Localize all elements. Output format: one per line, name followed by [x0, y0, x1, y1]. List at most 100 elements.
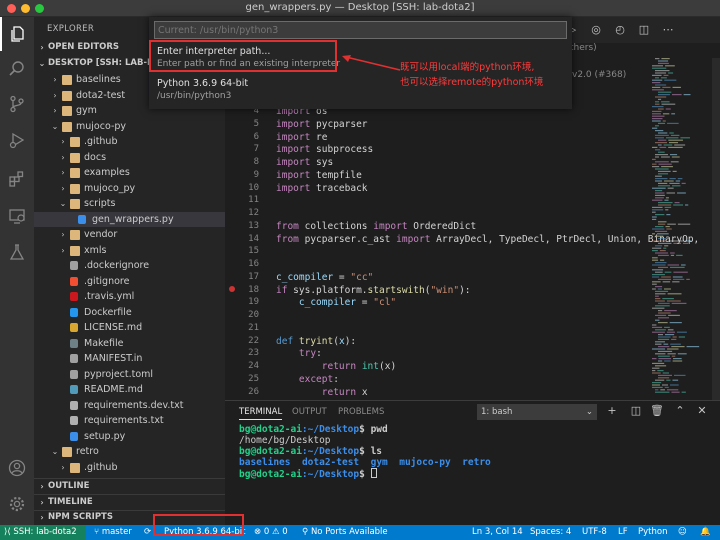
trash-icon[interactable]: 🗑 — [650, 404, 664, 418]
terminal-panel: TERMINAL OUTPUT PROBLEMS 1: bash ⌄ + ◫ 🗑… — [225, 400, 720, 511]
code-line: import tempfile — [276, 169, 362, 181]
tree-item[interactable]: LICENSE.md — [34, 320, 225, 336]
folder-icon — [70, 183, 80, 194]
tree-item[interactable]: .gitignore — [34, 274, 225, 290]
explorer-activity[interactable] — [0, 17, 34, 51]
chevron-down-icon: ⌄ — [51, 447, 59, 456]
tree-item[interactable]: › mujoco_py — [34, 181, 225, 197]
accounts-activity[interactable] — [0, 451, 34, 485]
tree-item[interactable]: pyproject.toml — [34, 367, 225, 383]
testing-activity[interactable] — [0, 235, 34, 269]
window-title: gen_wrappers.py — Desktop [SSH: lab-dota… — [245, 2, 475, 13]
minimap[interactable] — [650, 58, 710, 400]
split-editor-icon[interactable]: ◫ — [637, 23, 651, 37]
git-icon[interactable]: ◎ — [589, 23, 603, 37]
tree-item[interactable]: ⌄ scripts — [34, 196, 225, 212]
ports-status[interactable]: ⚲ No Ports Available — [302, 525, 388, 540]
problems-status[interactable]: ⊗ 0 ⚠ 0 — [254, 525, 288, 540]
extensions-activity[interactable] — [0, 162, 34, 196]
split-terminal-icon[interactable]: ◫ — [629, 404, 643, 418]
indentation-status[interactable]: Spaces: 4 — [530, 525, 571, 540]
tree-item[interactable]: .dockerignore — [34, 258, 225, 274]
language-mode[interactable]: Python — [638, 525, 667, 540]
search-activity[interactable] — [0, 52, 34, 86]
folder-icon — [62, 447, 72, 457]
close-panel-icon[interactable]: ✕ — [695, 404, 709, 418]
tree-item[interactable]: › .github — [34, 460, 225, 476]
tree-item-label: .github — [84, 461, 118, 473]
git-file-icon — [70, 276, 78, 286]
breakpoint-icon[interactable] — [229, 286, 235, 292]
timeline-icon[interactable]: ◴ — [613, 23, 627, 37]
flask-icon — [9, 244, 25, 260]
terminal-line: /home/bg/Desktop — [239, 435, 331, 446]
chevron-down-icon: ⌄ — [38, 59, 46, 68]
tree-item-label: .gitignore — [84, 275, 130, 287]
editor-scrollbar[interactable] — [712, 58, 720, 400]
interpreter-path-input[interactable] — [154, 21, 567, 39]
branch-status[interactable]: ⑂ master — [94, 525, 132, 540]
tree-item[interactable]: › .github — [34, 134, 225, 150]
tab-problems[interactable]: PROBLEMS — [338, 407, 384, 417]
source-control-icon — [10, 95, 24, 113]
terminal-line[interactable]: bg@dota2-ai:~/Desktop$ — [239, 468, 377, 480]
tree-item[interactable]: requirements.txt — [34, 413, 225, 429]
tree-item[interactable]: ⌄ retro — [34, 444, 225, 460]
tab-output[interactable]: OUTPUT — [292, 407, 327, 417]
line-number: 21 — [248, 322, 259, 333]
tree-item-label: gen_wrappers.py — [92, 213, 174, 225]
tree-item[interactable]: requirements.dev.txt — [34, 398, 225, 414]
tree-item[interactable]: .travis.yml — [34, 289, 225, 305]
tab-terminal[interactable]: TERMINAL — [239, 407, 283, 420]
remote-explorer-activity[interactable] — [0, 199, 34, 233]
chevron-right-icon: › — [40, 498, 44, 507]
tree-item[interactable]: Makefile — [34, 336, 225, 352]
line-number: 7 — [253, 144, 259, 155]
tree-item[interactable]: MANIFEST.in — [34, 351, 225, 367]
remote-explorer-icon — [9, 209, 25, 224]
tree-item[interactable]: › docs — [34, 150, 225, 166]
code-line: from pycparser.c_ast import ArrayDecl, T… — [276, 233, 700, 245]
encoding-status[interactable]: UTF-8 — [582, 525, 607, 540]
tree-item[interactable]: › examples — [34, 165, 225, 181]
md-file-icon — [70, 385, 78, 394]
chevron-down-icon: ⌄ — [51, 121, 59, 131]
outline-section[interactable]: › OUTLINE — [34, 479, 225, 495]
folder-icon — [70, 168, 80, 178]
tree-item[interactable]: › xmls — [34, 243, 225, 259]
more-actions-icon[interactable]: ⋯ — [661, 23, 675, 37]
tree-item[interactable]: Dockerfile — [34, 305, 225, 321]
line-number: 10 — [248, 182, 259, 193]
eol-status[interactable]: LF — [618, 525, 628, 540]
manage-activity[interactable] — [0, 487, 34, 521]
title-bar: gen_wrappers.py — Desktop [SSH: lab-dota… — [0, 0, 720, 17]
tree-item[interactable]: README.md — [34, 382, 225, 398]
remote-icon: ⟩⟨ — [4, 527, 11, 537]
code-line: return x — [321, 386, 368, 398]
new-terminal-icon[interactable]: + — [605, 404, 619, 418]
tree-item-label: scripts — [84, 198, 116, 209]
maximize-panel-icon[interactable]: ⌃ — [673, 404, 687, 418]
feedback-icon[interactable]: ☺ — [678, 525, 687, 540]
code-line: except: — [298, 373, 339, 385]
timeline-section[interactable]: › TIMELINE — [34, 495, 225, 511]
notifications-icon[interactable]: 🔔 — [700, 525, 711, 540]
source-control-activity[interactable] — [0, 87, 34, 121]
code-line: try: — [298, 348, 322, 360]
tree-item[interactable]: setup.py — [34, 429, 225, 445]
tree-item[interactable]: › vendor — [34, 227, 225, 243]
terminal-select[interactable]: 1: bash ⌄ — [477, 404, 597, 420]
tree-item[interactable]: ⌄ mujoco-py — [34, 119, 225, 135]
run-debug-activity[interactable] — [0, 123, 34, 157]
chevron-right-icon: › — [40, 482, 44, 491]
sidebar-title: EXPLORER — [47, 24, 95, 34]
tree-item-label: dota2-test — [76, 89, 126, 101]
line-number: 17 — [248, 271, 259, 282]
tree-item[interactable]: gen_wrappers.py — [34, 211, 225, 227]
line-number: 19 — [248, 297, 259, 308]
cursor-position[interactable]: Ln 3, Col 14 — [472, 525, 523, 540]
antenna-icon: ⚲ — [302, 527, 311, 537]
tree-item-label: docs — [84, 151, 107, 163]
remote-indicator[interactable]: ⟩⟨ SSH: lab-dota2 — [0, 525, 86, 540]
sync-icon[interactable]: ⟳ — [144, 525, 151, 540]
